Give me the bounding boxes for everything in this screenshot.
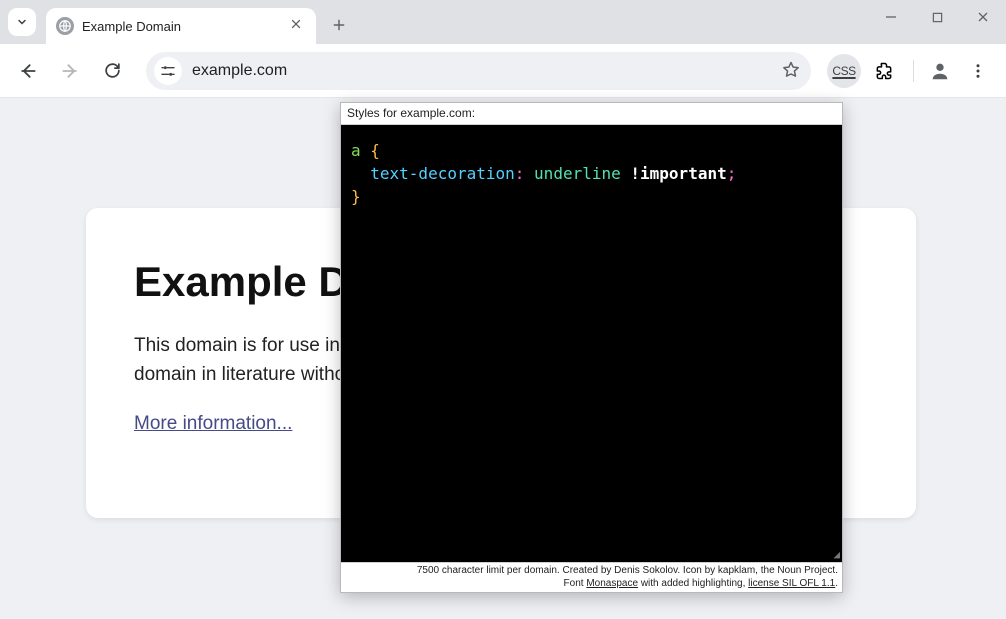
puzzle-icon — [874, 61, 894, 81]
maximize-button[interactable] — [914, 0, 960, 34]
css-token-important: !important — [630, 164, 726, 183]
maximize-icon — [932, 12, 943, 23]
kebab-menu-button[interactable] — [960, 53, 996, 89]
resize-grip-icon[interactable]: ◢ — [833, 549, 840, 560]
css-token-colon: : — [515, 164, 525, 183]
css-token-brace: } — [351, 187, 361, 206]
extensions-button[interactable] — [867, 54, 901, 88]
arrow-left-icon — [18, 61, 38, 81]
profile-button[interactable] — [926, 57, 954, 85]
browser-tab[interactable]: Example Domain — [46, 8, 316, 44]
popup-header: Styles for example.com: — [341, 103, 842, 125]
close-icon — [977, 11, 989, 23]
arrow-right-icon — [60, 61, 80, 81]
plus-icon — [332, 18, 346, 32]
monaspace-link[interactable]: Monaspace — [586, 578, 638, 589]
css-token-selector: a — [351, 141, 361, 160]
reload-icon — [103, 61, 122, 80]
css-token-semicolon: ; — [727, 164, 737, 183]
css-extension-button[interactable]: CSS — [827, 54, 861, 88]
forward-button[interactable] — [52, 53, 88, 89]
css-token-value: underline — [534, 164, 621, 183]
more-information-link[interactable]: More information... — [134, 413, 292, 434]
popup-footer-line1: 7500 character limit per domain. Created… — [345, 565, 838, 578]
reload-button[interactable] — [94, 53, 130, 89]
star-icon — [781, 60, 801, 80]
page-viewport: Example Domain This domain is for use in… — [0, 98, 1006, 619]
bookmark-button[interactable] — [781, 60, 803, 82]
tab-search-button[interactable] — [8, 8, 36, 36]
chevron-down-icon — [16, 16, 28, 28]
css-token-property: text-decoration — [370, 164, 515, 183]
toolbar: example.com CSS — [0, 44, 1006, 98]
css-token-brace: { — [370, 141, 380, 160]
new-tab-button[interactable] — [324, 10, 354, 40]
globe-icon — [56, 17, 74, 35]
close-tab-button[interactable] — [290, 18, 306, 34]
css-extension-popup: Styles for example.com: a { text-decorat… — [340, 102, 843, 593]
close-window-button[interactable] — [960, 0, 1006, 34]
tab-title: Example Domain — [82, 19, 282, 34]
popup-footer-line2: Font Monaspace with added highlighting, … — [345, 578, 838, 591]
popup-footer: 7500 character limit per domain. Created… — [341, 562, 842, 592]
close-icon — [290, 18, 302, 30]
minimize-icon — [885, 11, 897, 23]
site-settings-button[interactable] — [154, 57, 182, 85]
license-link[interactable]: license SIL OFL 1.1 — [748, 578, 835, 589]
person-icon — [929, 60, 951, 82]
address-bar[interactable]: example.com — [146, 52, 811, 90]
url-text: example.com — [192, 62, 771, 80]
minimize-button[interactable] — [868, 0, 914, 34]
back-button[interactable] — [10, 53, 46, 89]
tab-strip: Example Domain — [0, 0, 1006, 44]
tune-icon — [160, 63, 176, 79]
dots-vertical-icon — [969, 62, 987, 80]
window-controls — [868, 0, 1006, 44]
toolbar-separator — [913, 60, 914, 82]
css-editor[interactable]: a { text-decoration: underline !importan… — [341, 125, 842, 562]
